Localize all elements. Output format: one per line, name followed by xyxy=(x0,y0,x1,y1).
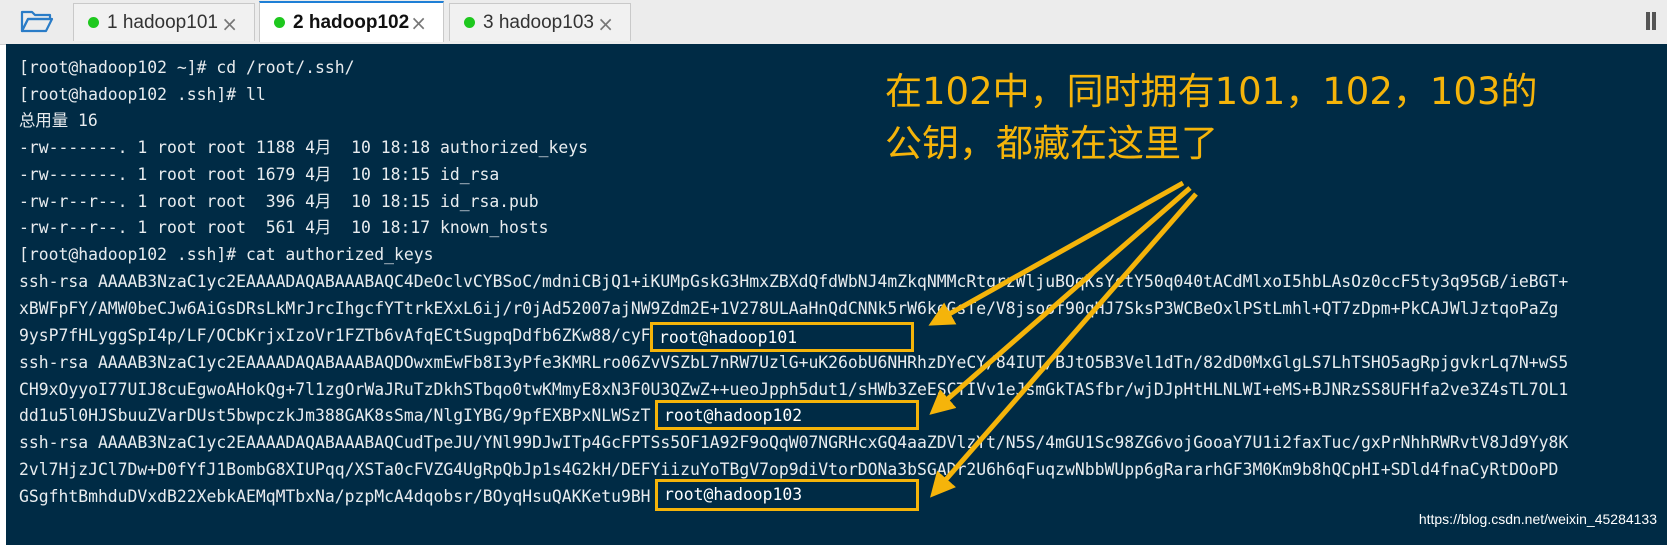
terminal-line: 总用量 16 xyxy=(19,111,98,130)
folder-open-icon[interactable] xyxy=(20,8,54,34)
watermark: https://blog.csdn.net/weixin_45284133 xyxy=(1418,511,1657,527)
annotation-text: 在102中，同时拥有101，102，103的 公钥，都藏在这里了 xyxy=(885,66,1585,170)
terminal-line: -rw-r--r--. 1 root root 396 4月 10 18:15 … xyxy=(19,192,539,211)
tab-label: 2 hadoop102 xyxy=(293,11,410,33)
terminal-line: -rw-r--r--. 1 root root 561 4月 10 18:17 … xyxy=(19,218,549,237)
terminal-line: ssh-rsa AAAAB3NzaC1yc2EAAAADAQABAAABAQDO… xyxy=(19,353,1569,372)
terminal-line: [root@hadoop102 .ssh]# ll xyxy=(19,85,266,104)
terminal-line: dd1u5l0HJSbuuZVarDUst5bwpczkJm388GAK8sSm… xyxy=(19,406,651,425)
terminal-line: ssh-rsa AAAAB3NzaC1yc2EAAAADAQABAAABAQCu… xyxy=(19,433,1569,452)
terminal-line: [root@hadoop102 ~]# cd /root/.ssh/ xyxy=(19,58,355,77)
close-tab-icon[interactable]: × xyxy=(221,12,238,36)
terminal-line: 9ysP7fHLyggSpI4p/LF/OCbKrjxIzoVr1FZTb6vA… xyxy=(19,326,651,345)
menu-icon[interactable] xyxy=(1645,10,1663,32)
tab-label: 1 hadoop101 xyxy=(107,11,218,33)
key-owner-hadoop103: root@hadoop103 xyxy=(655,479,919,511)
annotation-line: 在102中，同时拥有101，102，103的 xyxy=(885,70,1538,113)
key-owner-hadoop102: root@hadoop102 xyxy=(655,400,919,430)
terminal-line: GSgfhtBmhduDVxdB22XebkAEMqMTbxNa/pzpMcA4… xyxy=(19,487,651,506)
tab-label: 3 hadoop103 xyxy=(483,11,594,33)
terminal-line: xBWFpFY/AMW0beCJw6AiGsDRsLkMrJrcIhgcfYTt… xyxy=(19,299,1559,318)
connected-status-icon xyxy=(274,17,285,28)
terminal-line: CH9xOyyoI77UIJ8cuEgwoAHokQg+7l1zgOrWaJRu… xyxy=(19,380,1569,399)
key-owner-hadoop101: root@hadoop101 xyxy=(650,322,914,352)
terminal-line: -rw-------. 1 root root 1188 4月 10 18:18… xyxy=(19,138,588,157)
connected-status-icon xyxy=(88,17,99,28)
close-tab-icon[interactable]: × xyxy=(597,12,614,36)
close-tab-icon[interactable]: × xyxy=(410,11,427,35)
tab-bar: 1 hadoop101 × 2 hadoop102 × 3 hadoop103 … xyxy=(0,0,1667,45)
connected-status-icon xyxy=(464,17,475,28)
terminal-line: [root@hadoop102 .ssh]# cat authorized_ke… xyxy=(19,245,434,264)
tab-hadoop102[interactable]: 2 hadoop102 × xyxy=(259,1,444,42)
annotation-line: 公钥，都藏在这里了 xyxy=(885,122,1218,165)
terminal-line: ssh-rsa AAAAB3NzaC1yc2EAAAADAQABAAABAQC4… xyxy=(19,272,1569,291)
tab-hadoop103[interactable]: 3 hadoop103 × xyxy=(449,3,631,41)
terminal-line: -rw-------. 1 root root 1679 4月 10 18:15… xyxy=(19,165,500,184)
tab-hadoop101[interactable]: 1 hadoop101 × xyxy=(73,3,255,41)
terminal-line: 2vl7HjzJCl7Dw+D0fYfJ1BombG8XIUPqq/XSTa0c… xyxy=(19,460,1559,479)
